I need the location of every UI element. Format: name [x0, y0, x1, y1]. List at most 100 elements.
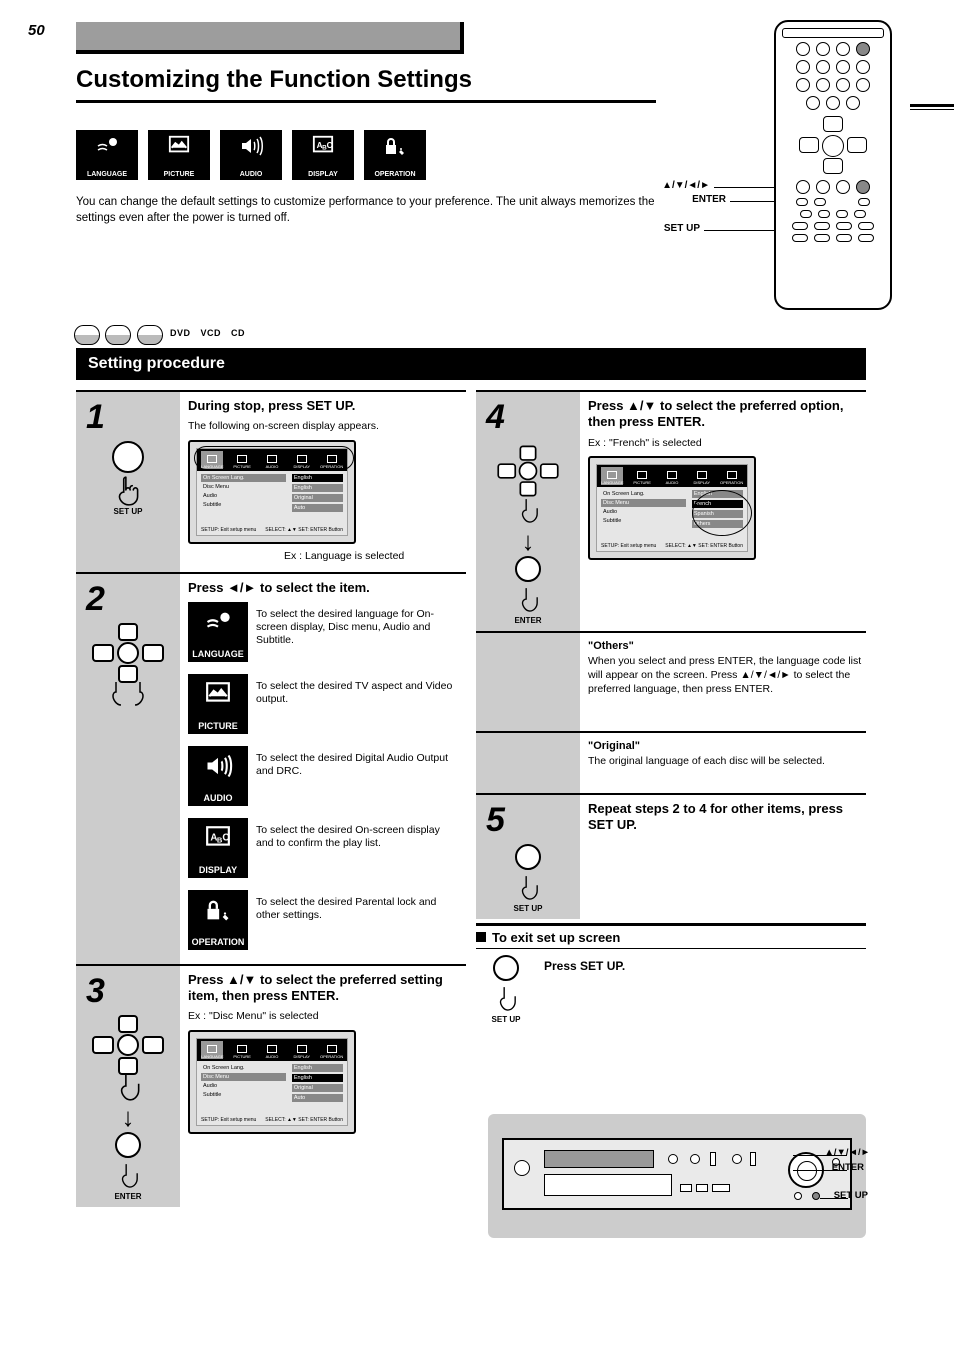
display-icon: ABC DISPLAY [292, 130, 354, 180]
button-press-icon [515, 556, 541, 582]
step-1-graphic: 1 SET UP [76, 392, 180, 572]
step-number: 5 [480, 801, 505, 840]
exit-graphic: SET UP [476, 955, 536, 1024]
picture-icon: PICTURE [148, 130, 210, 180]
blank-graphic [476, 633, 580, 731]
audio-desc: To select the desired Digital Audio Outp… [256, 746, 456, 778]
front-panel-label-enter: ENTER [832, 1162, 864, 1173]
hand-icon [517, 584, 539, 616]
page-title: Customizing the Function Settings [76, 66, 472, 94]
step-number: 2 [80, 580, 105, 619]
disc-icon [105, 325, 131, 345]
tv-example-caption: Ex : "French" is selected [588, 437, 862, 451]
step-1: 1 SET UP During stop, press SET UP. The … [76, 390, 466, 572]
step-4-title: Press ▲/▼ to select the preferred option… [588, 398, 862, 431]
step-5-title: Repeat steps 2 to 4 for other items, pre… [588, 801, 862, 834]
front-panel-label-arrows: ▲/▼/◄/► [824, 1147, 870, 1158]
step-number: 4 [480, 398, 505, 437]
button-caption: SET UP [514, 904, 543, 913]
down-arrow-icon: ↓ [122, 1107, 135, 1128]
tv-example-caption: Ex : "Disc Menu" is selected [188, 1010, 462, 1024]
note-others-text: "Others" When you select and press ENTER… [588, 639, 862, 696]
step-2-title: Press ◄/► to select the item. [188, 580, 462, 596]
cat-label-language: LANGUAGE [87, 171, 127, 178]
display-glyph: ABC [292, 134, 354, 162]
small-button-icon [680, 1184, 692, 1192]
dpad-left-right-icon [92, 623, 164, 683]
steps-column-left: 1 SET UP During stop, press SET UP. The … [76, 390, 466, 1207]
section-title-bar: Setting procedure [76, 348, 866, 380]
hand-icon [495, 983, 517, 1015]
disc-labels: DVD VCD CD [170, 328, 245, 338]
small-button-icon [668, 1154, 678, 1164]
page-edge-marker [910, 104, 954, 110]
remote-callout-line [714, 187, 774, 188]
display-panel-icon [544, 1174, 672, 1196]
tv-screenshot-step1: LANGUAGE PICTURE AUDIO DISPLAY OPERATION… [188, 440, 356, 544]
step-5: 5 SET UP Repeat steps 2 to 4 for other i… [476, 793, 866, 919]
step-3-graphic: 3 ↓ ENTER [76, 966, 180, 1207]
hand-icon [108, 677, 148, 709]
small-button-icon [712, 1184, 730, 1192]
svg-text:C: C [222, 832, 229, 843]
tv-screenshot-step3: LANGUAGE PICTURE AUDIO DISPLAY OPERATION… [188, 1030, 356, 1134]
intro-text: You can change the default settings to c… [76, 195, 656, 226]
exit-text: Press SET UP. [544, 955, 866, 1024]
audio-icon: AUDIO [220, 130, 282, 180]
callout-circle [194, 446, 354, 470]
hand-icon [117, 1160, 139, 1192]
step-1-title: During stop, press SET UP. [188, 398, 462, 414]
exit-title: To exit set up screen [476, 930, 866, 945]
steps-column-right: 4 ↓ ENTER Press ▲/▼ to select the prefer… [476, 390, 866, 1207]
audio-glyph [220, 134, 282, 164]
cat-label-display: DISPLAY [308, 171, 338, 178]
operation-icon: OPERATION [188, 890, 248, 950]
hand-icon [517, 872, 539, 904]
note-original: "Original" The original language of each… [476, 731, 866, 793]
small-button-icon [732, 1154, 742, 1164]
button-caption: SET UP [114, 507, 143, 516]
step-3: 3 ↓ ENTER Press ▲/▼ to select the prefer… [76, 964, 466, 1207]
language-desc: To select the desired language for On-sc… [256, 602, 456, 647]
remote-label-arrows: ▲/▼/◄/► [662, 180, 710, 191]
blank-graphic [476, 733, 580, 793]
category-icon-row: LANGUAGE PICTURE AUDIO ABC DISPLAY OPERA… [76, 130, 426, 180]
step-4-graphic: 4 ↓ ENTER [476, 392, 580, 631]
disc-tray-icon [544, 1150, 654, 1168]
disc-icon [137, 325, 163, 345]
tv-example-caption: Ex : Language is selected [284, 550, 462, 564]
display-desc: To select the desired On-screen display … [256, 818, 456, 850]
note-original-text: "Original" The original language of each… [588, 739, 862, 768]
button-caption: ENTER [114, 1192, 141, 1201]
step-2: 2 Press ◄/► to select the item. LANGUAGE [76, 572, 466, 964]
remote-label-setup: SET UP [664, 223, 700, 234]
divider [476, 948, 866, 949]
section-title: Setting procedure [88, 355, 225, 373]
square-bullet-icon [476, 932, 486, 942]
page-title-underline [76, 100, 656, 103]
remote-label-enter: ENTER [692, 194, 726, 205]
step-2-graphic: 2 [76, 574, 180, 964]
display-icon: ABC DISPLAY [188, 818, 248, 878]
button-caption: SET UP [492, 1015, 521, 1024]
language-icon: LANGUAGE [188, 602, 248, 662]
step-1-subtitle: The following on-screen display appears. [188, 420, 462, 434]
step-number: 3 [80, 972, 105, 1011]
language-icon: LANGUAGE [76, 130, 138, 180]
tv-screenshot-step4: LANGUAGE PICTURE AUDIO DISPLAY OPERATION… [588, 456, 756, 560]
button-caption: ENTER [514, 616, 541, 625]
steps-columns: 1 SET UP During stop, press SET UP. The … [76, 390, 866, 1207]
disc-label: CD [231, 328, 245, 338]
front-panel-diagram: ▲/▼/◄/► ENTER SET UP [488, 1114, 866, 1238]
remote-dpad-icon [799, 116, 867, 174]
header-grey-bar [76, 22, 464, 54]
remote-callout-line [704, 230, 774, 231]
step-4: 4 ↓ ENTER Press ▲/▼ to select the prefer… [476, 390, 866, 631]
small-button-icon [710, 1152, 716, 1166]
disc-icon [74, 325, 100, 345]
remote-callout-line [730, 201, 774, 202]
button-press-icon [112, 441, 144, 473]
small-button-icon [690, 1154, 700, 1164]
disc-label: VCD [201, 328, 222, 338]
operation-glyph [364, 134, 426, 164]
